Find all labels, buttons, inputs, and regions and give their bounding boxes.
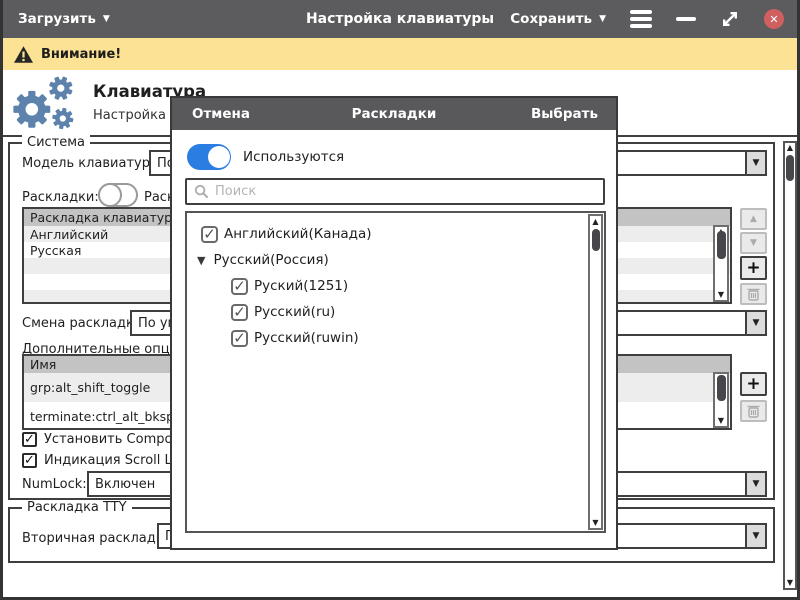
- dialog-header: Отмена Раскладки Выбрать: [172, 98, 616, 130]
- compose-checkbox-row[interactable]: ✓ Установить Compose: [22, 432, 187, 447]
- page-subtitle: Настройка п: [93, 108, 179, 123]
- options-table-scrollbar[interactable]: ▲ ▼: [713, 372, 729, 428]
- add-option-button[interactable]: +: [740, 372, 767, 396]
- scroll-down-icon[interactable]: ▼: [787, 578, 793, 588]
- used-toggle-row: Используются: [187, 144, 344, 170]
- scroll-down-icon[interactable]: ▼: [592, 517, 598, 528]
- scrollbar-thumb[interactable]: [592, 229, 600, 251]
- chevron-down-icon: ▼: [745, 312, 765, 334]
- chevron-down-icon: ▼: [745, 152, 765, 174]
- list-item-label: Русский(Россия): [213, 252, 328, 268]
- layouts-list: ✓ Английский(Канада) ▼ Русский(Россия) ✓…: [185, 211, 606, 533]
- trash-icon: [747, 404, 760, 418]
- select-button[interactable]: Выбрать: [531, 106, 598, 122]
- layout-table-scrollbar[interactable]: ▲ ▼: [713, 225, 729, 302]
- checkbox-checked-icon[interactable]: ✓: [22, 432, 37, 447]
- plus-icon: +: [746, 376, 760, 393]
- toggle-knob: [98, 183, 122, 207]
- numlock-label: NumLock:: [22, 477, 87, 492]
- warning-text: Внимание!: [41, 47, 121, 62]
- minimize-icon: [676, 17, 696, 21]
- arrow-down-icon: ▼: [750, 238, 757, 248]
- add-layout-button[interactable]: +: [740, 256, 767, 280]
- minimize-button[interactable]: [676, 17, 696, 21]
- list-item[interactable]: ✓ Руский(1251): [195, 273, 584, 299]
- checkbox-checked-icon[interactable]: ✓: [231, 330, 248, 347]
- list-item-label: Английский(Канада): [224, 226, 372, 242]
- list-item-branch[interactable]: ▼ Русский(Россия): [195, 247, 584, 273]
- used-toggle-label: Используются: [243, 149, 344, 165]
- delete-layout-button: [740, 283, 767, 305]
- list-item-label: Русский(ruwin): [254, 330, 359, 346]
- scroll-down-icon[interactable]: ▼: [718, 416, 724, 426]
- used-toggle[interactable]: [187, 144, 231, 170]
- layouts-toggle[interactable]: [98, 183, 138, 207]
- close-icon: ✕: [769, 13, 778, 26]
- list-item[interactable]: ✓ Английский(Канада): [195, 221, 584, 247]
- scroll-down-icon[interactable]: ▼: [718, 290, 724, 300]
- search-icon: [194, 184, 209, 199]
- checkbox-checked-icon[interactable]: ✓: [231, 304, 248, 321]
- trash-icon: [747, 287, 760, 301]
- move-up-button: ▲: [740, 208, 767, 230]
- gears-icon: [10, 75, 80, 133]
- arrow-up-icon: ▲: [750, 214, 757, 224]
- warning-banner: Внимание!: [0, 38, 800, 70]
- chevron-down-icon: ▼: [599, 14, 606, 24]
- list-item[interactable]: ✓ Русский(ru): [195, 299, 584, 325]
- scrolllock-checkbox-row[interactable]: ✓ Индикация Scroll Lock: [22, 453, 194, 468]
- system-section-legend: Система: [22, 135, 90, 150]
- search-input[interactable]: [215, 184, 603, 199]
- checkbox-checked-icon[interactable]: ✓: [231, 278, 248, 295]
- checkbox-checked-icon[interactable]: ✓: [201, 226, 218, 243]
- layout-switch-label: Смена раскладки:: [22, 316, 147, 331]
- save-menu-button[interactable]: Сохранить ▼: [510, 11, 606, 27]
- main-scrollbar[interactable]: ▲ ▼: [783, 141, 797, 590]
- move-down-button: ▼: [740, 232, 767, 254]
- scrollbar-thumb[interactable]: [717, 375, 726, 401]
- plus-icon: +: [746, 260, 760, 277]
- list-item[interactable]: ✓ Русский(ruwin): [195, 325, 584, 351]
- titlebar: Загрузить ▼ Настройка клавиатуры Сохрани…: [0, 0, 800, 38]
- maximize-button[interactable]: [720, 9, 740, 29]
- toggle-knob: [208, 146, 230, 168]
- layouts-label: Раскладки:: [22, 190, 99, 205]
- scrollbar-thumb[interactable]: [717, 231, 726, 259]
- list-item-label: Руский(1251): [254, 278, 348, 294]
- chevron-down-icon: ▼: [745, 525, 765, 547]
- chevron-down-icon: ▼: [745, 473, 765, 495]
- menu-icon[interactable]: [630, 10, 652, 28]
- search-box[interactable]: [185, 178, 605, 205]
- scroll-up-icon[interactable]: ▲: [787, 143, 793, 153]
- checkbox-checked-icon[interactable]: ✓: [22, 453, 37, 468]
- layouts-dialog: Отмена Раскладки Выбрать Используются ✓ …: [170, 96, 618, 550]
- delete-option-button: [740, 400, 767, 422]
- tree-collapse-icon[interactable]: ▼: [197, 254, 205, 267]
- save-menu-label: Сохранить: [510, 11, 592, 27]
- keyboard-model-label: Модель клавиатуры:: [22, 156, 165, 171]
- warning-icon: [14, 46, 33, 63]
- list-scrollbar[interactable]: ▲ ▼: [588, 214, 603, 530]
- close-button[interactable]: ✕: [764, 9, 784, 29]
- list-item-label: Русский(ru): [254, 304, 335, 320]
- maximize-icon: [720, 9, 740, 29]
- compose-checkbox-label: Установить Compose: [44, 432, 187, 447]
- scroll-up-icon[interactable]: ▲: [592, 216, 598, 227]
- scrollbar-thumb[interactable]: [786, 155, 794, 181]
- tty-section-legend: Раскладка TTY: [22, 500, 132, 515]
- secondary-layout-label: Вторичная раскладка:: [22, 531, 176, 546]
